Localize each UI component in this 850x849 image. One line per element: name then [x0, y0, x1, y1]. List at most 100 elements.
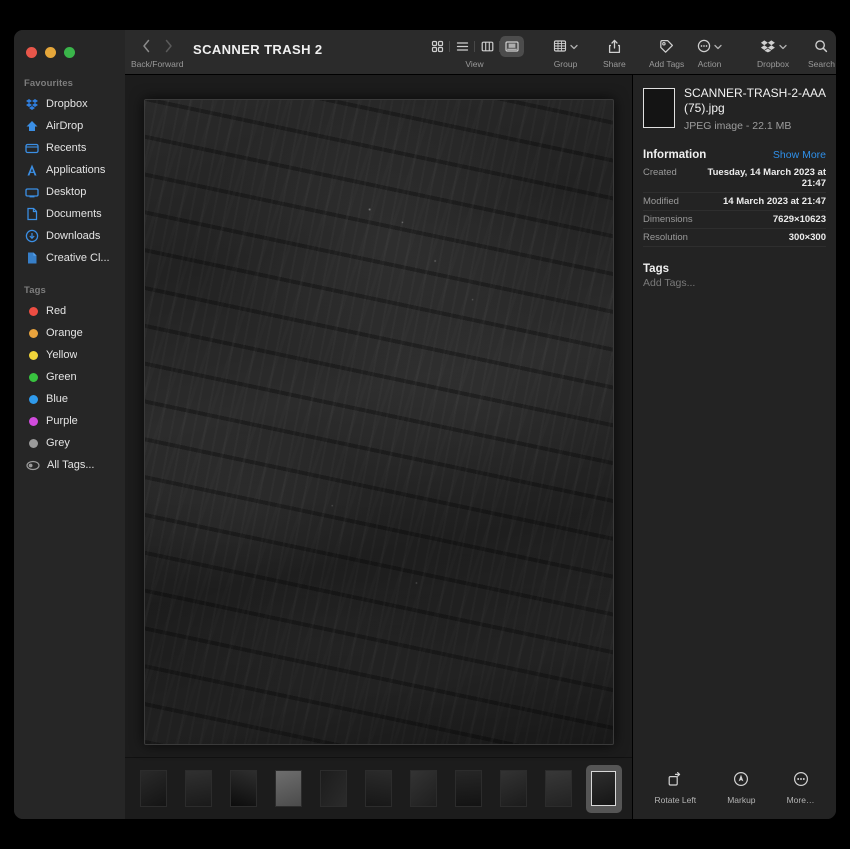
list-view-button[interactable] [450, 36, 474, 57]
forward-button[interactable] [157, 36, 179, 56]
share-group: Share [603, 35, 626, 69]
rotate-left-button[interactable]: Rotate Left [655, 771, 697, 805]
sidebar-tag-blue[interactable]: Blue [14, 388, 125, 410]
downloads-icon [25, 229, 39, 243]
sidebar-item-label: Downloads [46, 230, 100, 242]
info-key: Resolution [643, 232, 688, 243]
group-caption: Group [554, 59, 578, 69]
sidebar-item-label: Dropbox [46, 98, 88, 110]
dropbox-caption: Dropbox [757, 59, 789, 69]
column-view-button[interactable] [475, 36, 499, 57]
info-key: Created [643, 167, 677, 178]
add-tags-input[interactable]: Add Tags... [643, 277, 826, 289]
list-item[interactable] [225, 765, 261, 813]
action-button[interactable] [697, 36, 722, 57]
sidebar-item-dropbox[interactable]: Dropbox [14, 93, 125, 115]
documents-icon [25, 207, 39, 221]
more-button[interactable]: More… [787, 771, 815, 805]
list-item[interactable] [451, 765, 487, 813]
view-segmented-control[interactable] [425, 36, 524, 57]
tags-section-header: Tags [643, 263, 826, 275]
more-label: More… [787, 795, 815, 805]
table-row: Resolution 300×300 [643, 229, 826, 247]
list-item[interactable] [180, 765, 216, 813]
preview-area [125, 75, 632, 757]
toolbar: Back/Forward SCANNER TRASH 2 [125, 30, 836, 75]
table-row: Modified 14 March 2023 at 21:47 [643, 193, 826, 211]
sidebar-item-downloads[interactable]: Downloads [14, 225, 125, 247]
action-group: Action [697, 35, 722, 69]
table-row: Created Tuesday, 14 March 2023 at 21:47 [643, 164, 826, 193]
sidebar-tag-grey[interactable]: Grey [14, 432, 125, 454]
zoom-button[interactable] [64, 47, 75, 58]
info-value: Tuesday, 14 March 2023 at 21:47 [683, 167, 826, 189]
sidebar-item-documents[interactable]: Documents [14, 203, 125, 225]
sidebar-all-tags[interactable]: All Tags... [14, 454, 125, 476]
action-caption: Action [698, 59, 722, 69]
minimize-button[interactable] [45, 47, 56, 58]
search-group: Search [808, 35, 835, 69]
finder-window: Favourites Dropbox AirDrop Recents Appli… [14, 30, 836, 819]
list-item[interactable] [270, 765, 306, 813]
file-header: SCANNER-TRASH-2-AAA (75).jpg JPEG image … [643, 86, 826, 132]
icon-view-button[interactable] [425, 36, 449, 57]
list-item-selected[interactable] [586, 765, 622, 813]
sidebar-all-tags-label: All Tags... [47, 459, 95, 471]
search-button[interactable] [814, 36, 828, 57]
sidebar-item-recents[interactable]: Recents [14, 137, 125, 159]
sidebar-tag-label: Yellow [46, 349, 77, 361]
add-tags-button[interactable] [659, 36, 674, 57]
file-meta: JPEG image - 22.1 MB [684, 120, 826, 132]
share-button[interactable] [608, 36, 621, 57]
list-item[interactable] [496, 765, 532, 813]
close-button[interactable] [26, 47, 37, 58]
sidebar-item-airdrop[interactable]: AirDrop [14, 115, 125, 137]
sidebar-tag-yellow[interactable]: Yellow [14, 344, 125, 366]
tag-dot-icon [25, 304, 39, 318]
sidebar-tags-title: Tags [14, 285, 125, 300]
list-item[interactable] [406, 765, 442, 813]
sidebar-item-creative-cloud[interactable]: Creative Cl... [14, 247, 125, 269]
sidebar-item-label: Creative Cl... [46, 252, 110, 264]
sidebar-tag-label: Purple [46, 415, 78, 427]
group-button[interactable] [553, 36, 578, 57]
sidebar-item-desktop[interactable]: Desktop [14, 181, 125, 203]
tag-dot-icon [25, 436, 39, 450]
back-button[interactable] [135, 36, 157, 56]
sidebar-tag-label: Orange [46, 327, 83, 339]
sidebar-tag-red[interactable]: Red [14, 300, 125, 322]
sidebar-item-applications[interactable]: Applications [14, 159, 125, 181]
markup-button[interactable]: Markup [727, 771, 755, 805]
tag-dot-icon [25, 348, 39, 362]
sidebar: Favourites Dropbox AirDrop Recents Appli… [14, 30, 125, 819]
content-area: SCANNER-TRASH-2-AAA (75).jpg JPEG image … [125, 75, 836, 819]
list-item[interactable] [541, 765, 577, 813]
applications-icon [25, 163, 39, 177]
filmstrip[interactable] [125, 757, 632, 819]
markup-icon [733, 771, 749, 792]
dropbox-toolbar-button[interactable] [760, 36, 787, 57]
tags-title: Tags [643, 263, 669, 275]
add-tags-caption: Add Tags [649, 59, 684, 69]
info-panel: SCANNER-TRASH-2-AAA (75).jpg JPEG image … [632, 75, 836, 819]
desktop-icon [25, 185, 39, 199]
list-item[interactable] [135, 765, 171, 813]
group-group: Group [553, 35, 578, 69]
list-item[interactable] [360, 765, 396, 813]
view-caption: View [465, 59, 483, 69]
sidebar-item-label: Recents [46, 142, 86, 154]
file-thumbnail [643, 88, 675, 128]
list-item[interactable] [315, 765, 351, 813]
show-more-link[interactable]: Show More [773, 149, 826, 161]
gallery-view-button[interactable] [500, 36, 524, 57]
sidebar-tag-green[interactable]: Green [14, 366, 125, 388]
table-row: Dimensions 7629×10623 [643, 211, 826, 229]
page-title: SCANNER TRASH 2 [193, 42, 323, 57]
sidebar-tag-purple[interactable]: Purple [14, 410, 125, 432]
chevron-down-icon [714, 37, 722, 55]
image-preview[interactable] [144, 99, 614, 745]
sidebar-tag-orange[interactable]: Orange [14, 322, 125, 344]
tag-dot-icon [25, 370, 39, 384]
info-value: 300×300 [789, 232, 826, 243]
preview-actions: Rotate Left Markup More… [633, 761, 836, 819]
